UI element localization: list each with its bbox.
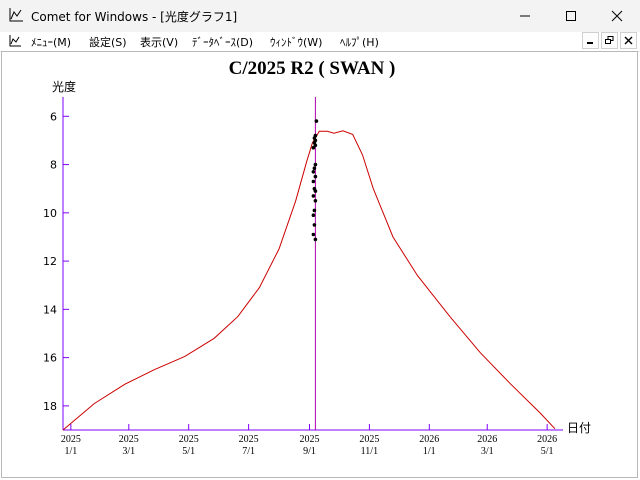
observation-point [311,170,316,174]
x-tick-date-label: 5/1 [541,446,554,457]
x-tick-year-label: 2026 [537,434,557,445]
y-tick-label: 10 [43,207,57,220]
x-tick-year-label: 2025 [359,434,379,445]
observation-point [313,199,318,203]
x-tick-date-label: 3/1 [122,446,135,457]
y-tick-label: 18 [43,400,57,413]
observation-point [313,189,318,193]
y-tick-label: 12 [43,255,57,268]
y-tick-label: 8 [50,159,57,172]
observation-point [313,237,318,242]
x-tick-date-label: 7/1 [242,446,255,457]
x-tick-date-label: 11/1 [361,446,378,457]
y-tick-label: 6 [50,110,57,123]
x-tick-year-label: 2025 [239,434,259,445]
observation-point [312,166,317,170]
y-tick-label: 14 [43,303,57,316]
observation-point [311,179,316,184]
x-tick-year-label: 2025 [61,434,81,445]
x-tick-date-label: 9/1 [303,446,316,457]
x-tick-date-label: 5/1 [182,446,195,457]
y-tick-label: 16 [43,352,57,365]
observation-point [311,213,316,217]
x-tick-year-label: 2025 [179,434,199,445]
observation-point [313,174,318,179]
x-tick-year-label: 2026 [477,434,497,445]
chart-title: C/2025 R2 ( SWAN ) [229,58,396,79]
x-axis-label: 日付 [567,421,591,435]
x-tick-year-label: 2026 [419,434,439,445]
observation-point [312,223,317,227]
x-tick-date-label: 1/1 [423,446,436,457]
observation-point [311,194,316,198]
observation-point [313,162,318,167]
x-tick-year-label: 2025 [119,434,139,445]
brightness-chart: C/2025 R2 ( SWAN ) 光度 日付 6 8 10 12 14 16 18 202… [43,58,591,457]
observation-point [311,145,316,150]
observation-point [311,232,316,237]
x-tick-date-label: 1/1 [64,446,77,457]
observation-point [312,208,317,213]
predicted-magnitude-curve [62,130,556,431]
y-axis-label: 光度 [52,79,76,94]
x-tick-year-label: 2025 [299,434,319,445]
x-tick-date-label: 3/1 [481,446,494,457]
observation-point [314,119,319,123]
